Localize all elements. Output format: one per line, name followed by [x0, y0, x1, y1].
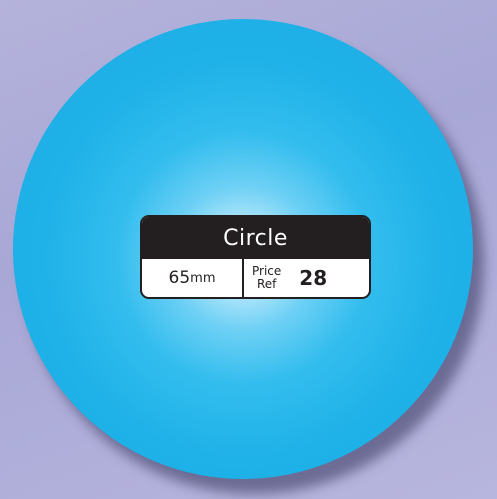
label-title: Circle — [142, 217, 369, 259]
size-cell: 65 mm — [142, 259, 244, 297]
size-value: 65 — [168, 268, 191, 288]
price-ref-caption: Price Ref — [252, 265, 281, 291]
label-info-row: 65 mm Price Ref 28 — [142, 259, 369, 297]
size-unit: mm — [190, 270, 216, 286]
ref-word: Ref — [256, 277, 277, 291]
price-ref-number: 28 — [299, 266, 328, 290]
price-cell: Price Ref 28 — [244, 259, 369, 297]
product-label: Circle 65 mm Price Ref 28 — [140, 215, 371, 299]
